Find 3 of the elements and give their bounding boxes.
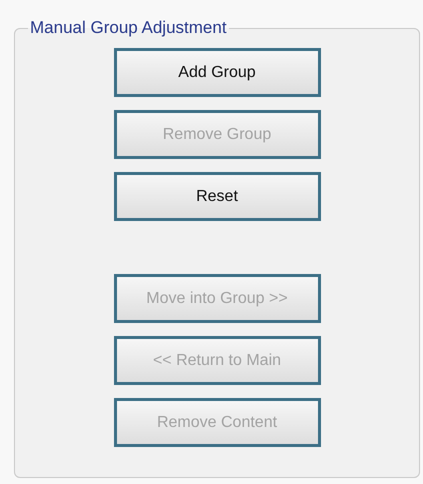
push-button[interactable]: Add Group <box>114 48 320 97</box>
push-button[interactable]: Reset <box>114 172 320 221</box>
group-title: Manual Group Adjustment <box>29 18 228 38</box>
